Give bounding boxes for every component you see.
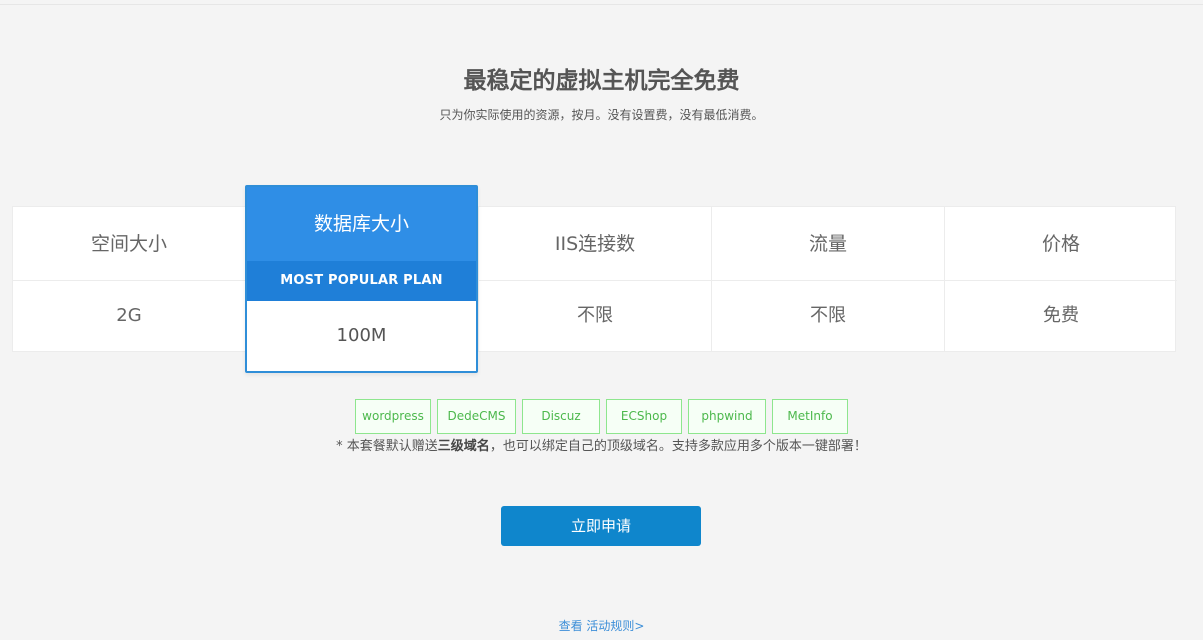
featured-plan-card: 数据库大小 MOST POPULAR PLAN 100M: [245, 185, 478, 373]
page-subtitle: 只为你实际使用的资源，按月。没有设置费，没有最低消费。: [439, 108, 764, 122]
apply-now-button[interactable]: 立即申请: [501, 506, 701, 546]
column-header: 空间大小: [13, 207, 245, 281]
column-value: 免费: [1043, 305, 1079, 326]
plan-column-iis: IIS连接数 不限: [479, 207, 711, 351]
plan-table: 空间大小 2G IIS连接数 不限 流量 不限 价格 免费: [12, 206, 1177, 352]
top-divider: [0, 4, 1203, 5]
app-tag-list: wordpress DedeCMS Discuz ECShop phpwind …: [355, 399, 848, 434]
column-value: 2G: [116, 305, 142, 326]
most-popular-badge: MOST POPULAR PLAN: [247, 261, 476, 301]
column-header: 流量: [712, 207, 944, 281]
plan-column-traffic: 流量 不限: [712, 207, 944, 351]
plan-column-price: 价格 免费: [945, 207, 1177, 351]
page-title: 最稳定的虚拟主机完全免费: [463, 68, 740, 94]
activity-rules-link[interactable]: 查看 活动规则>: [0, 617, 1203, 635]
column-header: IIS连接数: [479, 207, 711, 281]
column-value: 不限: [810, 305, 846, 326]
column-value: 不限: [577, 305, 613, 326]
tag-ecshop[interactable]: ECShop: [606, 399, 682, 434]
domain-note: * 本套餐默认赠送三级域名，也可以绑定自己的顶级域名。支持多款应用多个版本一键部…: [0, 437, 1203, 457]
featured-column-header: 数据库大小: [247, 187, 476, 261]
tag-wordpress[interactable]: wordpress: [355, 399, 431, 434]
column-header: 价格: [945, 207, 1177, 281]
note-bold-domain: 三级域名: [437, 439, 490, 454]
tag-phpwind[interactable]: phpwind: [688, 399, 766, 434]
tag-dedecms[interactable]: DedeCMS: [437, 399, 516, 434]
tag-metinfo[interactable]: MetInfo: [772, 399, 848, 434]
tag-discuz[interactable]: Discuz: [522, 399, 600, 434]
plan-column-space: 空间大小 2G: [13, 207, 245, 351]
note-prefix: * 本套餐默认赠送: [336, 439, 438, 454]
featured-column-value: 100M: [336, 325, 387, 346]
note-suffix: ，也可以绑定自己的顶级域名。支持多款应用多个版本一键部署！: [489, 439, 867, 454]
